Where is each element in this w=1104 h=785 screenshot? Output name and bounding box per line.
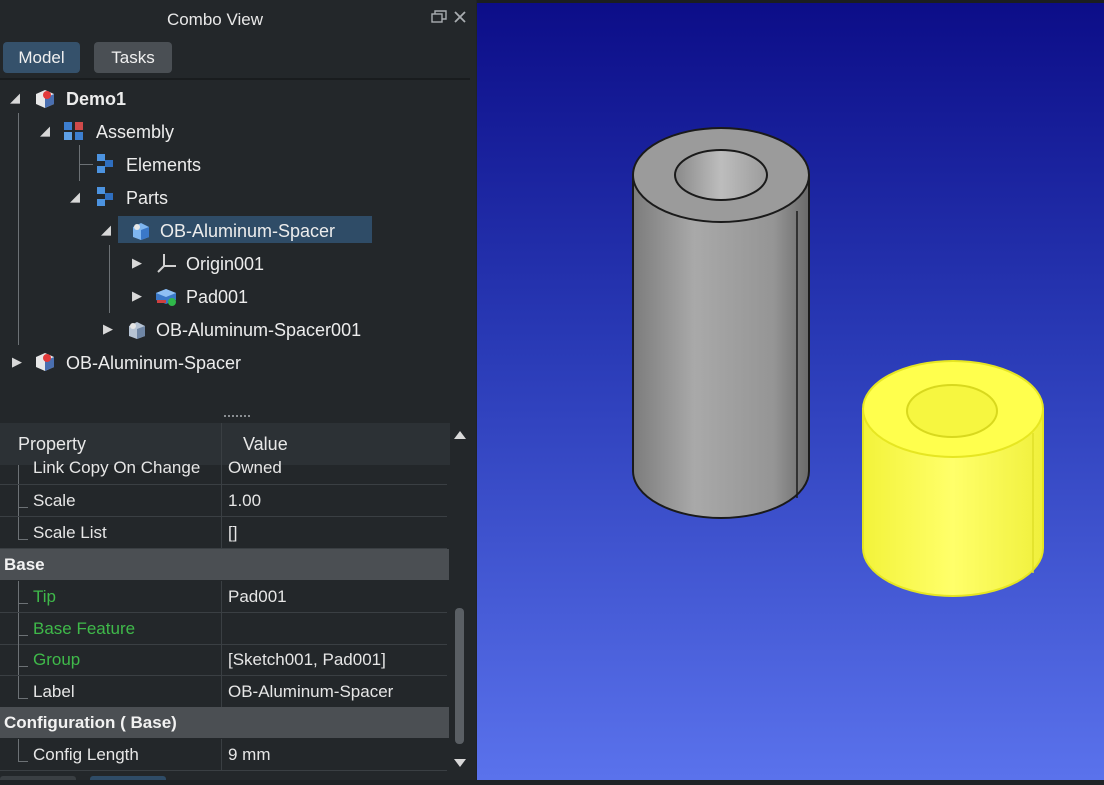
tree-item-ob-aluminum-spacer[interactable]: OB-Aluminum-Spacer xyxy=(160,215,335,245)
property-value: Pad001 xyxy=(228,587,287,606)
property-name: Tip xyxy=(33,587,56,606)
column-separator xyxy=(221,423,222,465)
property-row[interactable]: Group [Sketch001, Pad001] xyxy=(0,644,447,676)
tree-item-elements[interactable]: Elements xyxy=(126,149,201,179)
expand-arrow-right-icon[interactable]: ▶ xyxy=(132,288,142,304)
scroll-thumb[interactable] xyxy=(455,608,464,744)
property-name: Scale List xyxy=(33,523,107,542)
bottom-tab[interactable] xyxy=(0,776,76,780)
document-icon xyxy=(34,88,56,110)
scroll-down-icon[interactable] xyxy=(454,754,466,772)
property-value: OB-Aluminum-Spacer xyxy=(228,682,394,701)
tree-item-pad001[interactable]: Pad001 xyxy=(186,281,248,311)
tab-model[interactable]: Model xyxy=(3,42,80,73)
property-editor: Property Value Link Copy On Change Owned… xyxy=(0,423,450,780)
float-panel-icon[interactable] xyxy=(431,10,447,29)
combo-view-panel: Combo View Model Tasks ◢ Demo1 ◢ Assembl… xyxy=(0,0,476,780)
property-name: Base Feature xyxy=(33,619,136,638)
property-value: [Sketch001, Pad001] xyxy=(228,650,386,669)
property-group-base[interactable]: Base xyxy=(0,549,449,580)
pad-icon xyxy=(155,285,177,307)
expand-arrow-right-icon[interactable]: ▶ xyxy=(132,255,142,271)
tree-guide xyxy=(79,145,80,181)
panel-title: Combo View xyxy=(166,10,264,29)
property-value: Owned xyxy=(228,458,282,477)
tree-item-ob-aluminum-spacer-doc[interactable]: OB-Aluminum-Spacer xyxy=(66,347,241,377)
close-panel-icon[interactable] xyxy=(453,10,467,29)
property-name: Label xyxy=(33,682,75,701)
tree-guide xyxy=(18,113,19,345)
property-value: 1.00 xyxy=(228,491,262,510)
property-row[interactable]: Config Length 9 mm xyxy=(0,739,447,771)
origin-icon xyxy=(156,252,178,274)
property-name: Group xyxy=(33,650,81,669)
parts-icon xyxy=(93,186,115,208)
expand-arrow-down-icon[interactable]: ◢ xyxy=(101,222,111,238)
panel-divider xyxy=(0,78,470,80)
property-scrollbar[interactable] xyxy=(452,423,468,768)
expand-arrow-down-icon[interactable]: ◢ xyxy=(70,189,80,205)
property-name: Config Length xyxy=(33,745,139,764)
property-row[interactable]: Link Copy On Change Owned xyxy=(0,458,447,485)
3d-scene[interactable] xyxy=(477,3,1104,780)
body-icon xyxy=(125,318,147,340)
property-row[interactable]: Base Feature xyxy=(0,613,447,645)
property-group-configuration[interactable]: Configuration ( Base) xyxy=(0,707,449,738)
property-row[interactable]: Scale List [] xyxy=(0,517,447,549)
property-name: Link Copy On Change xyxy=(33,458,201,477)
property-name: Scale xyxy=(33,491,76,510)
gray-spacer-part[interactable] xyxy=(632,127,810,519)
combo-view-titlebar: Combo View xyxy=(0,0,476,40)
splitter-handle[interactable] xyxy=(224,415,250,421)
property-value: [] xyxy=(228,523,238,542)
3d-viewport[interactable] xyxy=(477,3,1104,780)
tree-item-parts[interactable]: Parts xyxy=(126,182,168,212)
tree-item-assembly[interactable]: Assembly xyxy=(96,116,174,146)
document-icon xyxy=(34,351,56,373)
elements-icon xyxy=(93,153,115,175)
tree-item-origin001[interactable]: Origin001 xyxy=(186,248,264,278)
tree-item-ob-aluminum-spacer001[interactable]: OB-Aluminum-Spacer001 xyxy=(156,314,361,344)
expand-arrow-right-icon[interactable]: ▶ xyxy=(12,354,22,370)
tab-tasks[interactable]: Tasks xyxy=(94,42,172,73)
tree-guide xyxy=(109,245,110,313)
property-row[interactable]: Tip Pad001 xyxy=(0,581,447,613)
bottom-tab-active[interactable] xyxy=(90,776,166,780)
property-row[interactable]: Label OB-Aluminum-Spacer xyxy=(0,676,447,708)
expand-arrow-down-icon[interactable]: ◢ xyxy=(40,123,50,139)
property-value: 9 mm xyxy=(228,745,271,764)
body-icon xyxy=(129,219,151,241)
scroll-up-icon[interactable] xyxy=(454,426,466,444)
assembly-icon xyxy=(63,120,85,142)
expand-arrow-right-icon[interactable]: ▶ xyxy=(103,321,113,337)
expand-arrow-down-icon[interactable]: ◢ xyxy=(10,90,20,106)
tree-item-demo1[interactable]: Demo1 xyxy=(66,83,126,113)
tree-guide xyxy=(79,164,93,165)
property-row[interactable]: Scale 1.00 xyxy=(0,485,447,517)
highlighted-spacer-part[interactable] xyxy=(862,360,1044,597)
